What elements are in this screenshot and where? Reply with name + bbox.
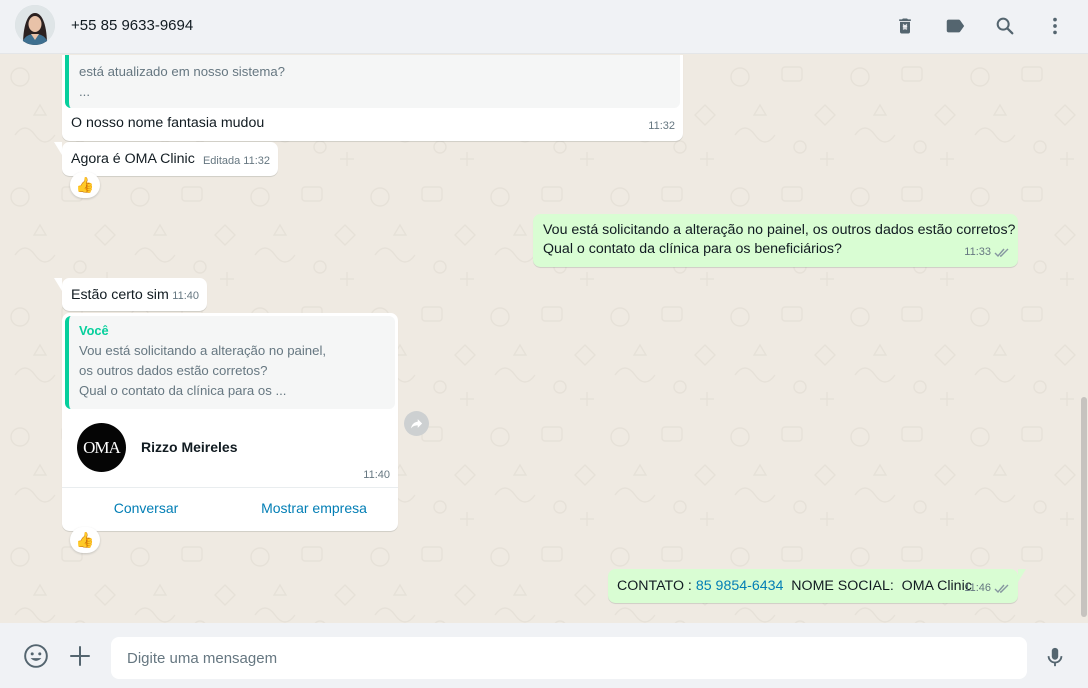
- scrollbar-thumb[interactable]: [1081, 397, 1087, 617]
- quoted-message[interactable]: está atualizado em nosso sistema? ...: [65, 55, 680, 108]
- thumbs-up-icon: 👍: [75, 532, 95, 549]
- message-input[interactable]: [111, 637, 1027, 679]
- chat-button[interactable]: Conversar: [62, 499, 230, 518]
- reaction-badge[interactable]: 👍: [70, 172, 100, 198]
- incoming-message[interactable]: Estão certo sim 11:40: [62, 278, 207, 311]
- microphone-icon[interactable]: [1041, 643, 1069, 671]
- message-text: O nosso nome fantasia mudou: [71, 115, 265, 131]
- chat-header: +55 85 9633-9694: [0, 0, 1088, 54]
- quoted-message[interactable]: Você Vou está solicitando a alteração no…: [65, 316, 395, 409]
- quote-line: está atualizado em nosso sistema?: [79, 64, 285, 79]
- emoji-icon[interactable]: [22, 642, 50, 670]
- composer: [0, 623, 1088, 688]
- message-text: Agora é OMA Clinic: [71, 151, 195, 167]
- divider: [62, 487, 398, 488]
- message-list[interactable]: está atualizado em nosso sistema? ... O …: [0, 55, 1088, 623]
- quote-author: Você: [79, 323, 109, 338]
- quote-line: Qual o contato da clínica para os ...: [79, 383, 287, 398]
- read-ticks-icon: [994, 584, 1009, 594]
- contact-name[interactable]: +55 85 9633-9694: [71, 17, 193, 34]
- message-time: Editada 11:32: [203, 152, 270, 171]
- incoming-message[interactable]: está atualizado em nosso sistema? ... O …: [62, 55, 683, 141]
- bubble-tail: [1018, 569, 1026, 582]
- menu-icon[interactable]: [1043, 14, 1067, 38]
- message-text: CONTATO : 85 9854-6434 NOME SOCIAL: OMA …: [617, 578, 972, 594]
- label-icon[interactable]: [943, 14, 967, 38]
- scrollbar[interactable]: [1080, 55, 1088, 623]
- message-time: 11:32: [648, 120, 675, 132]
- quote-line: Vou está solicitando a alteração no pain…: [79, 343, 327, 358]
- phone-link[interactable]: 85 9854-6434: [696, 578, 784, 594]
- quote-line: os outros dados estão corretos?: [79, 363, 268, 378]
- delete-icon[interactable]: [893, 14, 917, 38]
- message-text: Estão certo sim: [71, 287, 169, 303]
- message-text: Qual o contato da clínica para os benefi…: [543, 241, 842, 257]
- bubble-tail: [54, 142, 62, 155]
- outgoing-message[interactable]: CONTATO : 85 9854-6434 NOME SOCIAL: OMA …: [608, 569, 1018, 603]
- message-time: 11:40: [172, 290, 199, 302]
- search-icon[interactable]: [993, 14, 1017, 38]
- thumbs-up-icon: 👍: [75, 177, 95, 194]
- message-text: Vou está solicitando a alteração no pain…: [543, 222, 1016, 238]
- contact-card-message[interactable]: Você Vou está solicitando a alteração no…: [62, 313, 398, 531]
- message-time: 11:33: [964, 243, 1010, 262]
- business-logo: OMA: [77, 423, 126, 472]
- edited-label: Editada: [202, 155, 241, 167]
- contact-avatar[interactable]: [15, 5, 55, 45]
- forward-button[interactable]: [404, 411, 429, 436]
- quote-line: ...: [79, 84, 90, 99]
- reaction-badge[interactable]: 👍: [70, 527, 100, 553]
- bubble-tail: [54, 278, 62, 291]
- message-time: 11:40: [363, 469, 390, 481]
- show-business-button[interactable]: Mostrar empresa: [230, 499, 398, 518]
- forward-icon: [410, 419, 423, 429]
- read-ticks-icon: [994, 248, 1009, 258]
- attach-plus-icon[interactable]: [66, 642, 94, 670]
- incoming-message[interactable]: Agora é OMA Clinic Editada 11:32: [62, 142, 278, 176]
- message-time: 11:46: [964, 579, 1010, 598]
- outgoing-message[interactable]: Vou está solicitando a alteração no pain…: [533, 214, 1018, 267]
- business-name[interactable]: Rizzo Meireles: [141, 438, 237, 457]
